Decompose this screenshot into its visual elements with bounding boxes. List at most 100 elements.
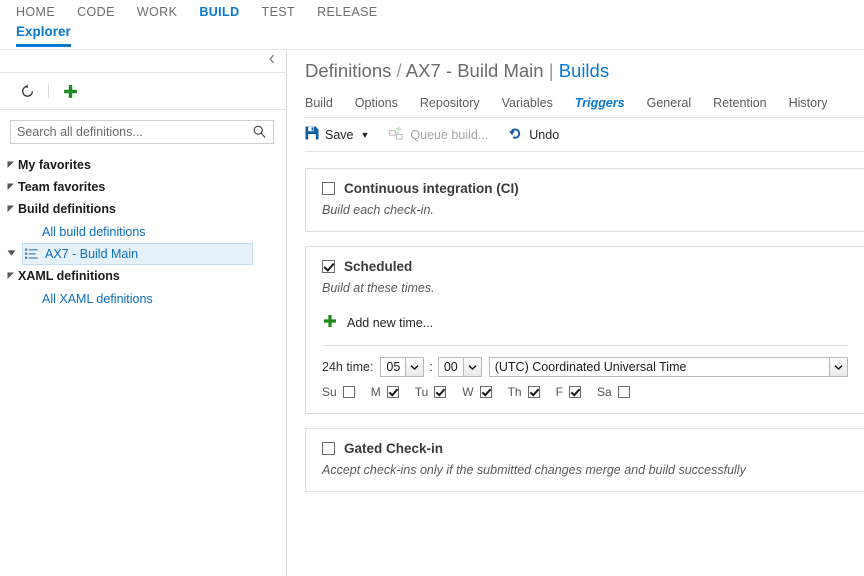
panel-scheduled: Scheduled Build at these times. Add new … bbox=[305, 246, 864, 414]
day-label: M bbox=[370, 385, 381, 399]
tree-node-label: XAML definitions bbox=[18, 269, 120, 283]
nav-hub-code[interactable]: CODE bbox=[77, 5, 115, 19]
day-friday[interactable]: F bbox=[556, 385, 581, 399]
nav-hub-build[interactable]: BUILD bbox=[199, 5, 239, 19]
panel-gated-checkin: Gated Check-in Accept check-ins only if … bbox=[305, 428, 864, 492]
breadcrumb-builds-link[interactable]: Builds bbox=[559, 60, 609, 81]
nav-hub-release[interactable]: RELEASE bbox=[317, 5, 377, 19]
save-button[interactable]: Save ▼ bbox=[305, 126, 369, 143]
search-box[interactable] bbox=[10, 120, 274, 144]
save-label: Save bbox=[325, 127, 354, 142]
undo-label: Undo bbox=[529, 127, 560, 142]
command-bar: Save ▼ Queue build... Undo bbox=[305, 118, 864, 152]
chevron-down-icon[interactable] bbox=[829, 358, 847, 376]
scheduled-title: Scheduled bbox=[344, 259, 413, 274]
breadcrumb-definition-name: AX7 - Build Main bbox=[405, 60, 544, 81]
trigger-panels: Continuous integration (CI) Build each c… bbox=[305, 152, 864, 492]
tree-node-label: All XAML definitions bbox=[42, 291, 153, 306]
tab-repository[interactable]: Repository bbox=[420, 96, 480, 110]
tree-node-xaml-definitions[interactable]: XAML definitions bbox=[0, 265, 286, 287]
day-saturday[interactable]: Sa bbox=[597, 385, 630, 399]
top-navigation-bar: HOME CODE WORK BUILD TEST RELEASE bbox=[0, 0, 864, 24]
undo-button[interactable]: Undo bbox=[508, 126, 559, 143]
day-label: Tu bbox=[414, 385, 429, 399]
save-icon bbox=[305, 126, 319, 143]
minute-select[interactable]: 00 bbox=[437, 357, 482, 377]
day-sunday[interactable]: Su bbox=[322, 385, 355, 399]
pivot-explorer[interactable]: Explorer bbox=[16, 24, 71, 47]
expander-icon[interactable] bbox=[4, 183, 18, 191]
gated-subtitle: Accept check-ins only if the submitted c… bbox=[322, 463, 746, 477]
tree-node-all-build-definitions[interactable]: All build definitions bbox=[0, 220, 286, 243]
tab-triggers[interactable]: Triggers bbox=[575, 96, 625, 110]
ci-checkbox[interactable] bbox=[322, 182, 335, 195]
day-checkbox[interactable] bbox=[617, 386, 630, 398]
plus-icon[interactable] bbox=[57, 78, 83, 104]
day-checkbox[interactable] bbox=[479, 386, 492, 398]
nav-hub-work[interactable]: WORK bbox=[137, 5, 178, 19]
chevron-down-icon[interactable] bbox=[462, 358, 481, 376]
tree-node-build-definitions[interactable]: Build definitions bbox=[0, 198, 286, 220]
chevron-down-icon[interactable] bbox=[405, 358, 424, 376]
tab-history[interactable]: History bbox=[789, 96, 828, 110]
chevron-down-icon[interactable]: ▼ bbox=[361, 130, 370, 140]
day-checkbox[interactable] bbox=[568, 386, 581, 398]
scheduled-checkbox[interactable] bbox=[322, 260, 335, 273]
tab-general[interactable]: General bbox=[647, 96, 691, 110]
ci-header: Continuous integration (CI) bbox=[322, 181, 848, 196]
tab-variables[interactable]: Variables bbox=[502, 96, 553, 110]
queue-build-label: Queue build... bbox=[410, 127, 489, 142]
scheduled-subtitle: Build at these times. bbox=[322, 281, 435, 295]
day-wednesday[interactable]: W bbox=[462, 385, 492, 399]
expander-icon[interactable] bbox=[4, 272, 18, 280]
tab-retention[interactable]: Retention bbox=[713, 96, 767, 110]
search-input[interactable] bbox=[11, 121, 273, 143]
gated-header: Gated Check-in bbox=[322, 441, 848, 456]
ci-title: Continuous integration (CI) bbox=[344, 181, 519, 196]
nav-hub-test[interactable]: TEST bbox=[262, 5, 296, 19]
tab-build[interactable]: Build bbox=[305, 96, 333, 110]
hour-select[interactable]: 05 bbox=[380, 357, 425, 377]
expander-icon[interactable] bbox=[4, 205, 18, 213]
day-thursday[interactable]: Th bbox=[508, 385, 540, 399]
tree-node-team-favorites[interactable]: Team favorites bbox=[0, 176, 286, 198]
tree-node-label: Team favorites bbox=[18, 180, 106, 194]
nav-hub-home[interactable]: HOME bbox=[16, 5, 55, 19]
timezone-value: (UTC) Coordinated Universal Time bbox=[494, 360, 687, 374]
tree-node-label: Build definitions bbox=[18, 202, 116, 216]
toolbar-separator bbox=[48, 84, 49, 98]
breadcrumb-root[interactable]: Definitions bbox=[305, 60, 391, 81]
sidebar-collapse-row bbox=[0, 50, 286, 73]
day-checkbox[interactable] bbox=[386, 386, 399, 398]
breadcrumb: Definitions / AX7 - Build Main | Builds bbox=[305, 60, 864, 92]
sub-navigation-bar: Explorer bbox=[0, 24, 864, 50]
day-label: Th bbox=[507, 385, 522, 399]
tree-node-ax7-build-main[interactable]: AX7 - Build Main bbox=[7, 243, 253, 265]
day-checkbox[interactable] bbox=[434, 386, 447, 398]
tree-node-label: My favorites bbox=[18, 158, 91, 172]
day-tuesday[interactable]: Tu bbox=[415, 385, 447, 399]
ci-subtitle: Build each check-in. bbox=[322, 203, 434, 217]
add-new-time-button[interactable]: Add new time... bbox=[322, 313, 848, 332]
scheduled-header: Scheduled bbox=[322, 259, 848, 274]
build-definition-icon bbox=[25, 248, 39, 260]
refresh-icon[interactable] bbox=[14, 78, 40, 104]
day-checkbox[interactable] bbox=[527, 386, 540, 398]
tree-node-my-favorites[interactable]: My favorites bbox=[0, 154, 286, 176]
timezone-select[interactable]: (UTC) Coordinated Universal Time bbox=[488, 357, 848, 377]
breadcrumb-pipe: | bbox=[548, 60, 554, 81]
tree-node-label: All build definitions bbox=[42, 224, 146, 239]
search-icon[interactable] bbox=[252, 124, 267, 142]
tab-options[interactable]: Options bbox=[355, 96, 398, 110]
sidebar: My favorites Team favorites Build defini… bbox=[0, 50, 287, 576]
chevron-left-icon[interactable] bbox=[267, 54, 277, 64]
time-row: 24h time: 05 : 00 (UTC) Coordinated Univ… bbox=[322, 357, 848, 377]
chevron-down-icon[interactable] bbox=[7, 249, 25, 260]
day-label: Sa bbox=[596, 385, 612, 399]
page-shell: My favorites Team favorites Build defini… bbox=[0, 50, 864, 576]
expander-icon[interactable] bbox=[4, 161, 18, 169]
day-monday[interactable]: M bbox=[371, 385, 399, 399]
gated-checkbox[interactable] bbox=[322, 442, 335, 455]
tree-node-all-xaml-definitions[interactable]: All XAML definitions bbox=[0, 287, 286, 310]
day-checkbox[interactable] bbox=[342, 386, 355, 398]
